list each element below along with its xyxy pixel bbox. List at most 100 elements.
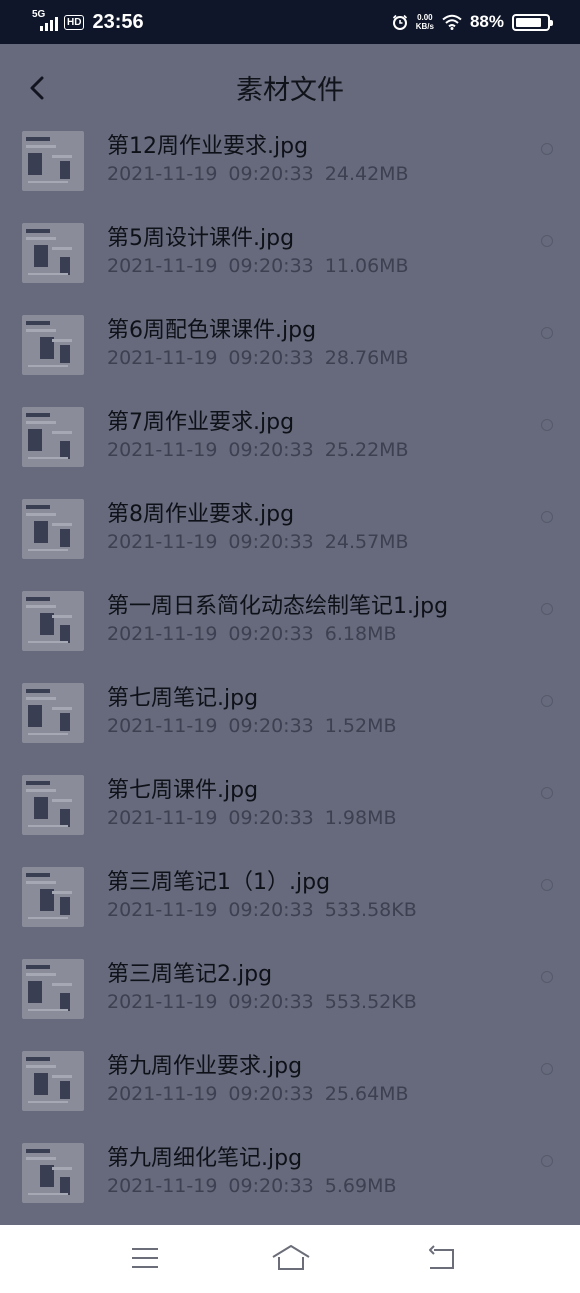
select-radio[interactable] [541, 879, 553, 891]
select-radio[interactable] [541, 603, 553, 615]
file-date: 2021-11-19 [107, 807, 218, 829]
file-meta: 2021-11-19 09:20:33 1.98MB [107, 807, 408, 829]
file-thumbnail [22, 499, 84, 559]
file-thumbnail [22, 315, 84, 375]
return-icon[interactable] [424, 1243, 458, 1273]
file-thumbnail [22, 1143, 84, 1203]
file-name: 第6周配色课课件.jpg [107, 318, 317, 343]
file-thumbnail [22, 959, 84, 1019]
clock: 23:56 [92, 10, 144, 33]
file-size: 28.76MB [324, 347, 409, 369]
file-list-item[interactable]: 第九周细化笔记.jpg 2021-11-19 09:20:33 5.69MB [0, 1130, 580, 1222]
file-list-item[interactable]: 第7周作业要求.jpg 2021-11-19 09:20:33 25.22MB [0, 394, 580, 486]
file-date: 2021-11-19 [107, 531, 218, 553]
file-date: 2021-11-19 [107, 439, 218, 461]
file-list-item[interactable]: 第七周课件.jpg 2021-11-19 09:20:33 1.98MB [0, 762, 580, 854]
select-radio[interactable] [541, 695, 553, 707]
select-radio[interactable] [541, 419, 553, 431]
file-name: 第九周细化笔记.jpg [107, 1146, 303, 1171]
file-list-item[interactable]: 第一周日系简化动态绘制笔记1.jpg 2021-11-19 09:20:33 6.18… [0, 578, 580, 670]
select-radio[interactable] [541, 143, 553, 155]
file-time: 09:20:33 [228, 439, 314, 461]
status-bar-left: 5G HD 23:56 [32, 9, 144, 35]
select-radio[interactable] [541, 511, 553, 523]
file-date: 2021-11-19 [107, 255, 218, 277]
file-thumbnail [22, 131, 84, 191]
system-navigation-bar [0, 1225, 580, 1293]
file-size: 533.58KB [324, 899, 417, 921]
speed-unit: KB/s [415, 22, 434, 31]
page-title: 素材文件 [236, 75, 344, 106]
status-bar: 5G HD 23:56 0.00 KB/s 88% [0, 0, 580, 44]
battery-percent: 88% [469, 12, 504, 31]
file-name: 第三周笔记2.jpg [107, 962, 273, 987]
select-radio[interactable] [541, 787, 553, 799]
file-meta: 2021-11-19 09:20:33 28.76MB [107, 347, 420, 369]
file-list-item[interactable]: 第8周作业要求.jpg 2021-11-19 09:20:33 24.57MB [0, 486, 580, 578]
file-meta: 2021-11-19 09:20:33 25.64MB [107, 1083, 420, 1105]
file-list-item[interactable]: 第九周作业要求.jpg 2021-11-19 09:20:33 25.64MB [0, 1038, 580, 1130]
file-date: 2021-11-19 [107, 899, 218, 921]
file-thumbnail [22, 223, 84, 283]
file-size: 553.52KB [324, 991, 417, 1013]
file-name: 第三周笔记1（1）.jpg [107, 870, 331, 895]
file-meta: 2021-11-19 09:20:33 25.22MB [107, 439, 420, 461]
file-list-item[interactable]: 第七周笔记.jpg 2021-11-19 09:20:33 1.52MB [0, 670, 580, 762]
file-meta: 2021-11-19 09:20:33 5.69MB [107, 1175, 408, 1197]
file-time: 09:20:33 [228, 1175, 314, 1197]
file-time: 09:20:33 [228, 623, 314, 645]
page-header: 素材文件 [0, 44, 580, 130]
file-size: 11.06MB [324, 255, 409, 277]
file-thumbnail [22, 683, 84, 743]
file-time: 09:20:33 [228, 715, 314, 737]
select-radio[interactable] [541, 1155, 553, 1167]
file-meta: 2021-11-19 09:20:33 1.52MB [107, 715, 408, 737]
hd-badge: HD [64, 14, 85, 30]
file-time: 09:20:33 [228, 899, 314, 921]
file-date: 2021-11-19 [107, 1175, 218, 1197]
status-bar-right: 0.00 KB/s 88% [392, 9, 553, 35]
file-time: 09:20:33 [228, 1083, 314, 1105]
file-meta: 2021-11-19 09:20:33 533.58KB [107, 899, 428, 921]
file-date: 2021-11-19 [107, 715, 218, 737]
menu-icon[interactable] [128, 1243, 162, 1273]
file-list[interactable]: 第12周作业要求.jpg 2021-11-19 09:20:33 24.42MB 第5周… [0, 130, 580, 1225]
file-thumbnail [22, 1051, 84, 1111]
file-date: 2021-11-19 [107, 991, 218, 1013]
file-date: 2021-11-19 [107, 163, 218, 185]
file-name: 第7周作业要求.jpg [107, 410, 295, 435]
file-meta: 2021-11-19 09:20:33 6.18MB [107, 623, 408, 645]
wifi-icon [442, 14, 462, 30]
home-icon[interactable] [271, 1243, 311, 1273]
file-name: 第12周作业要求.jpg [107, 134, 309, 159]
battery-icon [512, 13, 553, 31]
select-radio[interactable] [541, 327, 553, 339]
file-list-item[interactable]: 第5周设计课件.jpg 2021-11-19 09:20:33 11.06MB [0, 210, 580, 302]
file-list-item[interactable]: 第12周作业要求.jpg 2021-11-19 09:20:33 24.42MB [0, 130, 580, 210]
file-list-item[interactable]: 第6周配色课课件.jpg 2021-11-19 09:20:33 28.76MB [0, 302, 580, 394]
file-time: 09:20:33 [228, 531, 314, 553]
file-size: 25.64MB [324, 1083, 409, 1105]
select-radio[interactable] [541, 1063, 553, 1075]
file-meta: 2021-11-19 09:20:33 24.57MB [107, 531, 420, 553]
select-radio[interactable] [541, 971, 553, 983]
file-meta: 2021-11-19 09:20:33 11.06MB [107, 255, 420, 277]
file-name: 第5周设计课件.jpg [107, 226, 295, 251]
file-thumbnail [22, 775, 84, 835]
file-name: 第七周课件.jpg [107, 778, 259, 803]
cellular-signal-icon: 5G [32, 9, 58, 33]
file-time: 09:20:33 [228, 347, 314, 369]
file-list-item[interactable]: 第三周笔记2.jpg 2021-11-19 09:20:33 553.52KB [0, 946, 580, 1038]
speed-value: 0.00 [417, 13, 433, 22]
file-time: 09:20:33 [228, 255, 314, 277]
battery-level [516, 17, 541, 27]
file-date: 2021-11-19 [107, 347, 218, 369]
file-meta: 2021-11-19 09:20:33 24.42MB [107, 163, 420, 185]
file-size: 25.22MB [324, 439, 409, 461]
select-radio[interactable] [541, 235, 553, 247]
file-size: 1.52MB [324, 715, 397, 737]
file-size: 1.98MB [324, 807, 397, 829]
file-time: 09:20:33 [228, 163, 314, 185]
file-name: 第九周作业要求.jpg [107, 1054, 303, 1079]
file-list-item[interactable]: 第三周笔记1（1）.jpg 2021-11-19 09:20:33 533.58KB [0, 854, 580, 946]
